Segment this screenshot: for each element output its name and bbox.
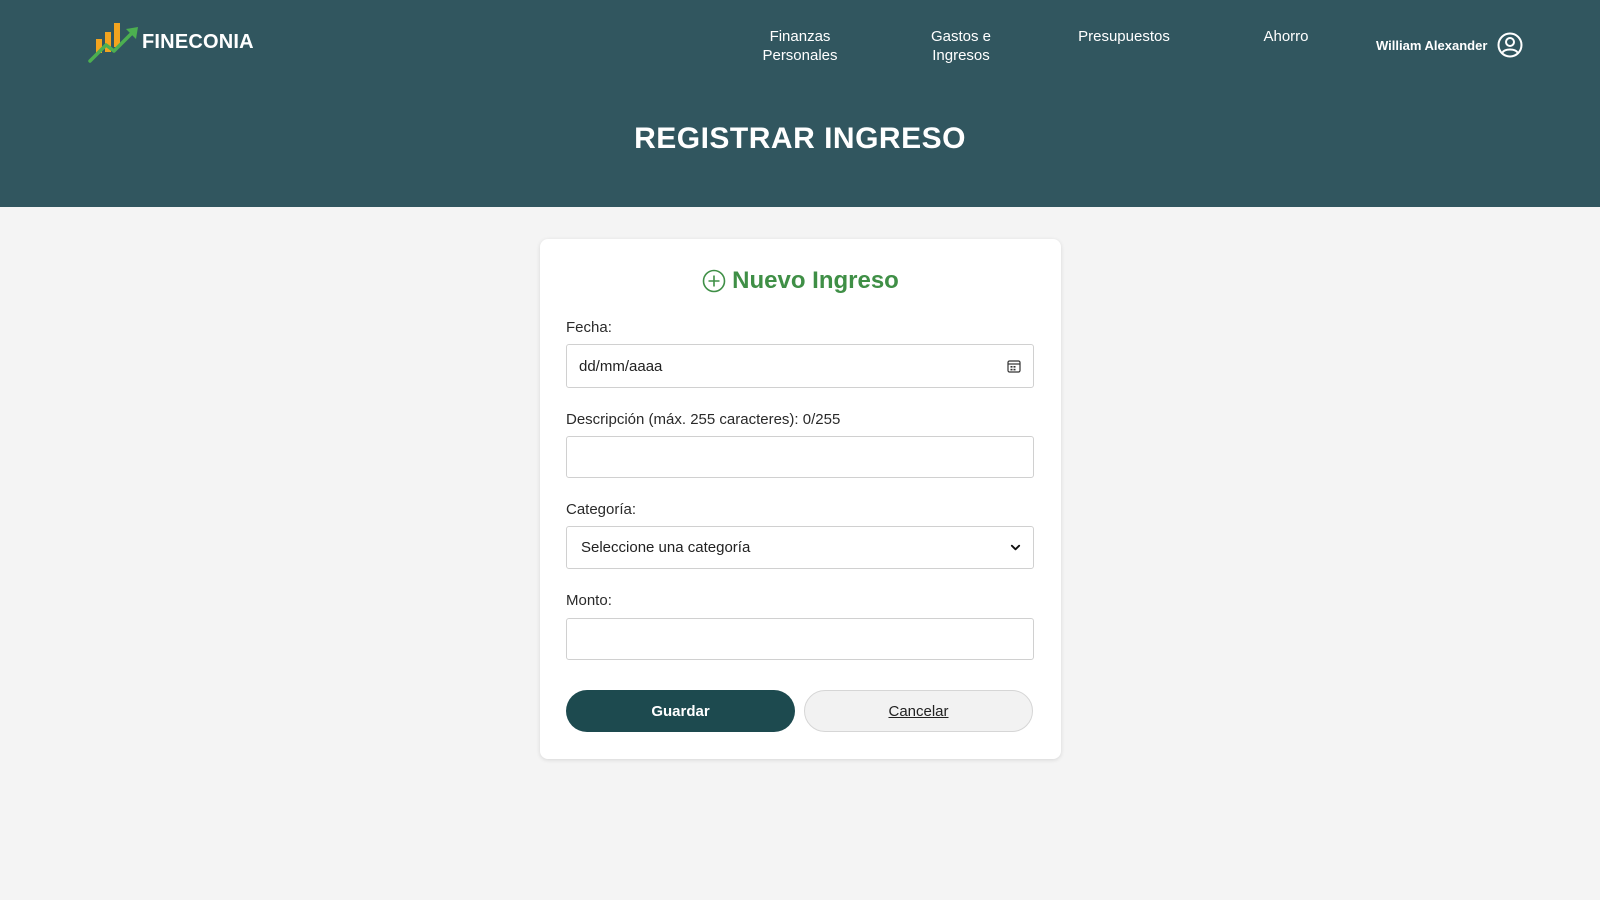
- nav-gastos-ingresos[interactable]: Gastos e Ingresos: [918, 27, 1004, 65]
- fecha-placeholder: dd/mm/aaaa: [579, 357, 663, 375]
- page-title: REGISTRAR INGRESO: [634, 122, 966, 155]
- categoria-select[interactable]: Seleccione una categoría: [566, 526, 1034, 569]
- chevron-down-icon: [1010, 544, 1021, 551]
- user-menu[interactable]: William Alexander: [1376, 32, 1523, 58]
- fecha-input[interactable]: dd/mm/aaaa: [566, 344, 1034, 388]
- form-title: Nuevo Ingreso: [540, 267, 1061, 295]
- monto-label: Monto:: [566, 592, 612, 609]
- nav-ahorro[interactable]: Ahorro: [1258, 27, 1314, 46]
- logo-chart-icon: [88, 23, 138, 63]
- fecha-label: Fecha:: [566, 319, 612, 336]
- save-button[interactable]: Guardar: [566, 690, 795, 732]
- cancel-button[interactable]: Cancelar: [804, 690, 1033, 732]
- logo[interactable]: FINECONIA: [88, 18, 258, 66]
- user-name: William Alexander: [1376, 37, 1488, 53]
- descripcion-label: Descripción (máx. 255 caracteres): 0/255: [566, 411, 841, 428]
- logo-text: FINECONIA: [142, 30, 254, 53]
- header: FINECONIA Finanzas Personales Gastos e I…: [0, 0, 1600, 207]
- categoria-label: Categoría:: [566, 501, 637, 518]
- calendar-icon[interactable]: [1007, 359, 1021, 373]
- categoria-selected: Seleccione una categoría: [581, 539, 751, 556]
- descripcion-input[interactable]: [566, 436, 1034, 478]
- nav-finanzas-personales[interactable]: Finanzas Personales: [748, 27, 852, 65]
- plus-circle-icon: [702, 269, 726, 293]
- monto-input[interactable]: [566, 618, 1034, 660]
- nav-presupuestos[interactable]: Presupuestos: [1076, 27, 1172, 46]
- form-card: Nuevo Ingreso Fecha: dd/mm/aaaa Descripc…: [540, 239, 1061, 759]
- user-circle-icon: [1497, 32, 1523, 58]
